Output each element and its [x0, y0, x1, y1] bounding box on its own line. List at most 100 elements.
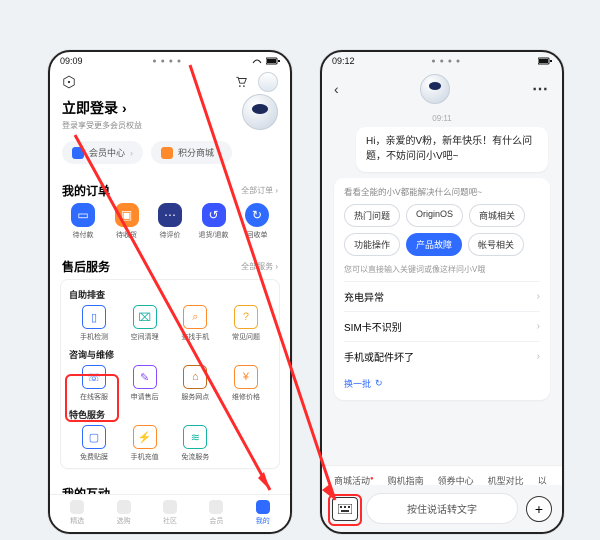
chevron-right-icon: › [122, 100, 127, 116]
qa-item[interactable]: 充电异常 › [344, 281, 540, 311]
status-time: 09:12 [332, 56, 355, 66]
chip-originos[interactable]: OriginOS [406, 204, 463, 227]
svc-film[interactable]: ▢免费贴膜 [71, 425, 117, 462]
orders-more-link[interactable]: 全部订单 › [241, 185, 278, 196]
chevron-right-icon: › [537, 321, 540, 332]
order-item-pay[interactable]: ▭待付款 [64, 203, 102, 240]
search-icon: ⌕ [183, 305, 207, 329]
chip-row: 热门问题 OriginOS 商城相关 功能操作 产品故障 帐号相关 [344, 204, 540, 256]
service-more-link[interactable]: 全部服务 › [241, 261, 278, 272]
svc-clean[interactable]: ⌧空间清理 [122, 305, 168, 342]
bot-message: Hi，亲爱的V粉，新年快乐！有什么问题，不妨问问小V吧~ [356, 127, 548, 172]
plus-icon: + [535, 501, 543, 517]
phone-left: 09:09 ● ● ● ● 立即登录 › 登录享受更多会员权益 会员中心 › 积… [48, 50, 292, 534]
chat-icon: ⋯ [158, 203, 182, 227]
settings-hex-icon[interactable] [62, 75, 76, 89]
question-icon: ? [234, 305, 258, 329]
phone-right: 09:12 ● ● ● ● ‹ ⋯ 09:11 Hi，亲爱的V粉，新年快乐！有什… [320, 50, 564, 534]
avatar-small[interactable] [258, 72, 278, 92]
section-title: 售后服务 [62, 258, 110, 275]
wifi-icon [252, 57, 262, 65]
bag-icon [117, 500, 131, 514]
keyboard-icon [338, 504, 352, 514]
grid-icon [163, 500, 177, 514]
svc-location[interactable]: ⌂服务网点 [172, 365, 218, 402]
diamond-icon [72, 147, 84, 159]
status-right-icons [252, 57, 280, 65]
refresh-link[interactable]: 换一批 ↻ [344, 377, 540, 390]
chevron-right-icon: › [130, 148, 133, 158]
svc-recharge[interactable]: ⚡手机充值 [122, 425, 168, 462]
qa-label: 手机或配件坏了 [344, 349, 414, 364]
bolt-icon: ⚡ [133, 425, 157, 449]
form-icon: ✎ [133, 365, 157, 389]
group-title: 自助排查 [69, 288, 271, 301]
chevron-right-icon: › [537, 351, 540, 362]
order-item-recycle[interactable]: ↻回收单 [238, 203, 276, 240]
status-bar: 09:09 ● ● ● ● [50, 52, 290, 68]
faq-header: 看看全能的小V都能解决什么问题吧~ [344, 186, 540, 198]
status-indicators-icon: ● ● ● ● [152, 58, 182, 65]
chip-function[interactable]: 功能操作 [344, 233, 400, 256]
chip-account[interactable]: 帐号相关 [468, 233, 524, 256]
order-item-refund[interactable]: ↺退货/退款 [195, 203, 233, 240]
refresh-label: 换一批 [344, 377, 371, 390]
price-icon: ¥ [234, 365, 258, 389]
pill-label: 会员中心 [89, 146, 125, 159]
wallet-icon: ▭ [71, 203, 95, 227]
chevron-right-icon: › [219, 148, 222, 158]
pin-icon: ⌂ [183, 365, 207, 389]
svc-apply[interactable]: ✎申请售后 [122, 365, 168, 402]
tab-member[interactable]: 会员 [209, 500, 223, 526]
tab-mine[interactable]: 我的 [256, 500, 270, 526]
chevron-right-icon: › [537, 291, 540, 302]
chip-fault[interactable]: 产品故障 [406, 233, 462, 256]
box-icon: ▣ [115, 203, 139, 227]
tab-shop[interactable]: 选购 [117, 500, 131, 526]
login-area[interactable]: 立即登录 › 登录享受更多会员权益 [50, 96, 290, 137]
cart-icon[interactable] [234, 75, 248, 89]
recycle-icon: ↻ [245, 203, 269, 227]
back-button[interactable]: ‹ [334, 81, 339, 97]
battery-icon [538, 57, 552, 65]
phone-icon: ▯ [82, 305, 106, 329]
order-item-receive[interactable]: ▣待收货 [108, 203, 146, 240]
chat-header: ‹ ⋯ [322, 68, 562, 110]
qa-item[interactable]: SIM卡不识别› [344, 311, 540, 341]
header-row [50, 68, 290, 96]
tab-featured[interactable]: 精选 [70, 500, 84, 526]
svc-find[interactable]: ⌕查找手机 [172, 305, 218, 342]
status-bar: 09:12 ● ● ● ● [322, 52, 562, 68]
signal-icon: ≋ [183, 425, 207, 449]
diamond-icon [209, 500, 223, 514]
qa-item[interactable]: 手机或配件坏了 › [344, 341, 540, 371]
member-center-pill[interactable]: 会员中心 › [62, 141, 143, 164]
svc-faq[interactable]: ?常见问题 [223, 305, 269, 342]
svc-online-support[interactable]: ☏在线客服 [71, 365, 117, 402]
svc-data[interactable]: ≋免流服务 [172, 425, 218, 462]
qa-label: 充电异常 [344, 289, 384, 304]
bot-avatar [420, 74, 450, 104]
chip-hot[interactable]: 热门问题 [344, 204, 400, 227]
group-title: 特色服务 [69, 408, 271, 421]
chip-mall[interactable]: 商城相关 [469, 204, 525, 227]
order-item-review[interactable]: ⋯待评价 [151, 203, 189, 240]
orders-section: 我的订单 全部订单 › ▭待付款 ▣待收货 ⋯待评价 ↺退货/退款 ↻回收单 [50, 172, 290, 248]
more-icon[interactable]: ⋯ [532, 79, 550, 99]
user-icon [256, 500, 270, 514]
tab-community[interactable]: 社区 [163, 500, 177, 526]
pill-label: 积分商城 [178, 146, 214, 159]
status-right-icons [538, 57, 552, 65]
points-mall-pill[interactable]: 积分商城 › [151, 141, 232, 164]
avatar-large[interactable] [242, 94, 278, 130]
pill-row: 会员中心 › 积分商城 › [50, 137, 290, 172]
service-card: 自助排查 ▯手机检测 ⌧空间清理 ⌕查找手机 ?常见问题 咨询与维修 ☏在线客服… [60, 279, 280, 469]
heart-icon [70, 500, 84, 514]
keyboard-button[interactable] [332, 497, 358, 521]
plus-button[interactable]: + [526, 496, 552, 522]
svc-price[interactable]: ¥维修价格 [223, 365, 269, 402]
headset-icon: ☏ [82, 365, 106, 389]
svc-phone-check[interactable]: ▯手机检测 [71, 305, 117, 342]
speech-input[interactable]: 按住说话转文字 [366, 493, 518, 524]
coin-icon [161, 147, 173, 159]
